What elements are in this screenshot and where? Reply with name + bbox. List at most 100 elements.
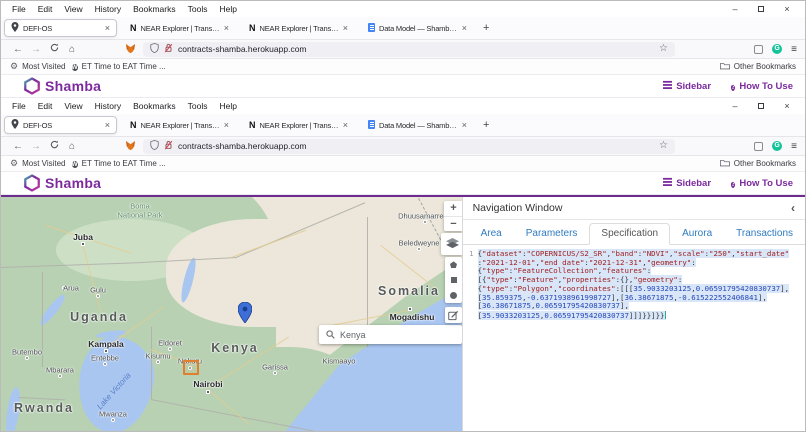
forward-icon[interactable]: → [27, 44, 45, 55]
home-icon[interactable]: ⌂ [63, 44, 81, 55]
new-tab-button[interactable]: + [474, 22, 498, 34]
tab-close-icon[interactable]: × [105, 120, 110, 130]
header-link-sidebar[interactable]: Sidebar [663, 177, 711, 189]
shamba-logo[interactable]: Shamba [23, 174, 101, 192]
other-bookmarks[interactable]: Other Bookmarks [719, 62, 796, 72]
header-link-how-to-use[interactable]: ? How To Use [731, 81, 793, 92]
code-line: [36.38671875,0.06591795420830737], [477, 301, 629, 311]
minimize-button[interactable]: – [722, 2, 748, 16]
url-text[interactable]: contracts-shamba.herokuapp.com [178, 141, 307, 151]
map-label-rwanda: Rwanda [14, 401, 74, 415]
metamask-icon[interactable] [125, 44, 136, 54]
account-extension-icon[interactable] [754, 44, 764, 54]
reload-icon[interactable] [45, 43, 63, 55]
browser-tab[interactable]: DEFI-OS × [4, 19, 117, 37]
tab-close-icon[interactable]: × [224, 23, 229, 33]
zoom-in-button[interactable]: + [444, 201, 462, 216]
menu-file[interactable]: File [6, 3, 32, 15]
city-marker [81, 242, 85, 246]
tab-close-icon[interactable]: × [224, 120, 229, 130]
map-selection-rectangle[interactable] [183, 360, 199, 375]
menu-history[interactable]: History [89, 3, 127, 15]
browser-tab[interactable]: NNEAR Explorer | Transaction × [123, 19, 236, 37]
menu-tools[interactable]: Tools [182, 100, 214, 112]
map-edit-button[interactable] [445, 307, 462, 323]
menu-bookmarks[interactable]: Bookmarks [127, 3, 182, 15]
menu-edit[interactable]: Edit [32, 3, 59, 15]
menu-file[interactable]: File [6, 100, 32, 112]
url-text[interactable]: contracts-shamba.herokuapp.com [178, 44, 307, 54]
close-button[interactable]: × [774, 2, 800, 16]
metamask-icon[interactable] [125, 141, 136, 151]
reload-icon[interactable] [45, 140, 63, 152]
insecure-lock-icon[interactable] [164, 137, 173, 155]
menu-help[interactable]: Help [213, 3, 242, 15]
browser-tab[interactable]: NNEAR Explorer | Transaction × [242, 116, 355, 134]
home-icon[interactable]: ⌂ [63, 141, 81, 152]
menu-help[interactable]: Help [213, 100, 242, 112]
tab-close-icon[interactable]: × [105, 23, 110, 33]
shamba-logo[interactable]: Shamba [23, 77, 101, 95]
draw-rectangle-tool-icon[interactable] [450, 276, 457, 283]
map-canvas[interactable]: Boma National Park Juba Arua Gulu Uganda Kampa… [1, 197, 462, 431]
forward-icon[interactable]: → [27, 141, 45, 152]
back-icon[interactable]: ← [9, 44, 27, 55]
browser-tab[interactable]: DEFI-OS × [4, 116, 117, 134]
browser-tab[interactable]: NNEAR Explorer | Transaction × [242, 19, 355, 37]
draw-circle-tool-icon[interactable] [450, 291, 457, 299]
bookmark-item[interactable]: W ET Time to EAT Time ... [71, 62, 166, 72]
panel-collapse-icon[interactable]: ‹ [791, 201, 795, 215]
draw-polygon-tool-icon[interactable] [450, 261, 457, 269]
tracking-shield-icon[interactable] [150, 137, 159, 155]
grammarly-icon[interactable]: G [772, 141, 783, 151]
minimize-button[interactable]: – [722, 99, 748, 113]
tab-close-icon[interactable]: × [462, 120, 467, 130]
restore-button[interactable] [748, 2, 774, 16]
bookmark-item[interactable]: ⚙ Most Visited [10, 159, 66, 169]
shamba-app-header: Shamba Sidebar ? How To Use [1, 75, 805, 98]
menu-bookmarks[interactable]: Bookmarks [127, 100, 182, 112]
menu-tools[interactable]: Tools [182, 3, 214, 15]
restore-button[interactable] [748, 99, 774, 113]
browser-tab[interactable]: Data Model — Shamba 1.0 doc × [361, 116, 474, 134]
tab-area[interactable]: Area [469, 223, 514, 245]
search-input-value[interactable]: Kenya [340, 330, 366, 340]
hamburger-menu-icon[interactable]: ≡ [791, 44, 797, 55]
bookmark-item[interactable]: ⚙ Most Visited [10, 62, 66, 72]
url-bar[interactable]: contracts-shamba.herokuapp.com ☆ [143, 40, 675, 58]
tab-title: NEAR Explorer | Transaction [140, 120, 220, 130]
other-bookmarks[interactable]: Other Bookmarks [719, 159, 796, 169]
close-button[interactable]: × [774, 99, 800, 113]
insecure-lock-icon[interactable] [164, 40, 173, 58]
menu-view[interactable]: View [58, 100, 88, 112]
menu-view[interactable]: View [58, 3, 88, 15]
tab-specification[interactable]: Specification [589, 223, 671, 245]
bookmark-star-icon[interactable]: ☆ [659, 44, 668, 54]
json-code-editor[interactable]: 1 {"dataset":"COPERNICUS/S2_SR","band":"… [463, 245, 805, 365]
map-search-box[interactable]: Kenya [319, 325, 462, 344]
city-marker [408, 307, 412, 311]
new-tab-button[interactable]: + [474, 119, 498, 131]
back-icon[interactable]: ← [9, 141, 27, 152]
tab-close-icon[interactable]: × [462, 23, 467, 33]
grammarly-icon[interactable]: G [772, 44, 783, 54]
tab-transactions[interactable]: Transactions [724, 223, 805, 245]
bookmark-item[interactable]: W ET Time to EAT Time ... [71, 159, 166, 169]
tab-close-icon[interactable]: × [343, 120, 348, 130]
bookmark-star-icon[interactable]: ☆ [659, 141, 668, 151]
hamburger-menu-icon[interactable]: ≡ [791, 141, 797, 152]
tab-parameters[interactable]: Parameters [514, 223, 590, 245]
tab-close-icon[interactable]: × [343, 23, 348, 33]
url-bar[interactable]: contracts-shamba.herokuapp.com ☆ [143, 137, 675, 155]
zoom-out-button[interactable]: − [444, 216, 462, 231]
browser-tab[interactable]: Data Model — Shamba 1.0 doc × [361, 19, 474, 37]
map-layers-button[interactable] [441, 233, 462, 255]
tab-aurora[interactable]: Aurora [670, 223, 724, 245]
account-extension-icon[interactable] [754, 141, 764, 151]
header-link-sidebar[interactable]: Sidebar [663, 80, 711, 92]
menu-edit[interactable]: Edit [32, 100, 59, 112]
browser-tab[interactable]: NNEAR Explorer | Transaction × [123, 116, 236, 134]
header-link-how-to-use[interactable]: ? How To Use [731, 178, 793, 189]
menu-history[interactable]: History [89, 100, 127, 112]
tracking-shield-icon[interactable] [150, 40, 159, 58]
